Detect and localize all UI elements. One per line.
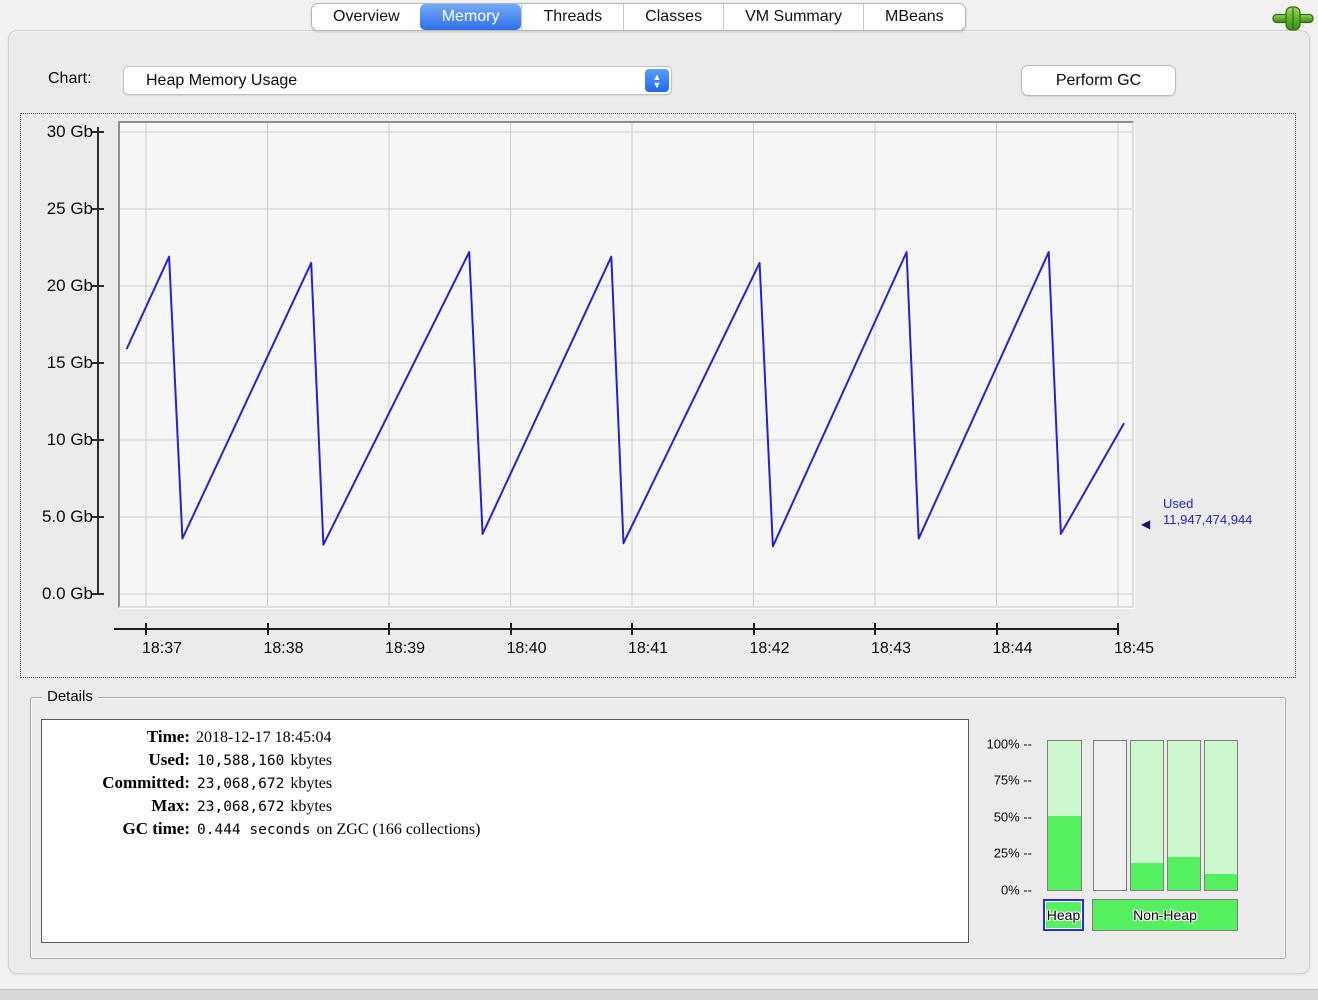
meter-fill <box>1131 863 1163 890</box>
tab-classes[interactable]: Classes <box>623 4 723 30</box>
x-tick-label: 18:37 <box>142 640 183 657</box>
tab-vm-summary[interactable]: VM Summary <box>723 4 863 30</box>
x-tick-mark <box>1117 623 1119 635</box>
tab-memory[interactable]: Memory <box>419 4 522 30</box>
non-heap-button[interactable]: Non-Heap <box>1092 899 1238 931</box>
meter-percent-label: 50% -- <box>993 809 1032 825</box>
meter-fill <box>1168 857 1200 890</box>
x-tick-label: 18:44 <box>992 640 1033 657</box>
detail-label: Used: <box>148 750 190 769</box>
x-axis: 18:37 18:38 18:39 18:40 18:41 18:42 18:43 18:44… <box>21 622 1297 672</box>
used-callout-value: 11,947,474,944 <box>1163 512 1253 527</box>
detail-row-time: Time: 2018-12-17 18:45:04 <box>42 727 968 750</box>
y-tick-mark <box>92 208 104 210</box>
y-tick-label: 20 Gb <box>46 276 93 295</box>
memory-pool-meter-heap <box>1047 740 1082 891</box>
x-tick-mark <box>145 623 147 635</box>
x-tick-label: 18:43 <box>871 640 912 657</box>
chevron-down-icon: ▼ <box>652 79 662 90</box>
x-tick-label: 18:41 <box>628 640 669 657</box>
x-tick-label: 18:42 <box>749 640 790 657</box>
heap-button[interactable]: Heap <box>1043 899 1084 931</box>
tab-bar: Overview Memory Threads Classes VM Summa… <box>311 3 966 31</box>
y-tick-label: 30 Gb <box>46 122 93 141</box>
memory-pool-meter-non-heap-pool-1 <box>1093 740 1127 891</box>
detail-row-committed: Committed: 23,068,672 kbytes <box>42 773 968 796</box>
x-tick-label: 18:38 <box>263 640 304 657</box>
y-tick-mark <box>92 516 104 518</box>
memory-pool-meter-non-heap-pool-3 <box>1167 740 1201 891</box>
x-tick-label: 18:45 <box>1114 640 1155 657</box>
y-tick-mark <box>92 439 104 441</box>
x-tick-mark <box>874 623 876 635</box>
detail-value-unit: kbytes <box>290 798 333 815</box>
y-tick-label: 15 Gb <box>46 353 93 372</box>
detail-value-number: 23,068,672 <box>197 799 285 815</box>
y-axis-line <box>97 127 99 594</box>
y-tick-mark <box>92 593 104 595</box>
memory-pool-meter-non-heap-pool-4 <box>1204 740 1238 891</box>
detail-row-max: Max: 23,068,672 kbytes <box>42 796 968 819</box>
chart-select[interactable]: Heap Memory Usage ▲ ▼ <box>123 66 672 95</box>
detail-value: 2018-12-17 18:45:04 <box>196 729 332 746</box>
detail-label: Committed: <box>102 773 190 792</box>
detail-label: GC time: <box>122 819 190 838</box>
used-value-callout: ◀ Used 11,947,474,944 <box>1141 496 1253 531</box>
heap-usage-line-chart <box>120 123 1132 606</box>
y-tick-mark <box>92 362 104 364</box>
used-heap-series-line <box>125 251 1125 548</box>
meter-fill <box>1048 815 1081 890</box>
chevron-up-down-icon[interactable]: ▲ ▼ <box>645 69 669 92</box>
meter-percent-label: 75% -- <box>993 772 1032 788</box>
details-group-title: Details <box>42 688 98 705</box>
details-text-box: Time: 2018-12-17 18:45:04 Used: 10,588,1… <box>41 719 969 943</box>
used-callout-title: Used <box>1163 496 1194 511</box>
tab-mbeans[interactable]: MBeans <box>862 4 965 30</box>
window-bottom-strip <box>0 989 1318 1000</box>
connected-plug-icon <box>1272 6 1314 31</box>
x-axis-line <box>114 628 1119 630</box>
y-tick-label: 0.0 Gb <box>41 584 93 603</box>
detail-value-unit: on ZGC (166 collections) <box>316 821 481 838</box>
y-tick-mark <box>92 285 104 287</box>
meter-percent-label: 0% -- <box>1000 882 1032 898</box>
x-tick-mark <box>995 623 998 635</box>
x-tick-mark <box>388 623 390 635</box>
x-tick-mark <box>509 623 512 635</box>
perform-gc-button[interactable]: Perform GC <box>1021 65 1176 96</box>
tab-threads[interactable]: Threads <box>521 4 623 30</box>
x-tick-label: 18:39 <box>385 640 426 657</box>
detail-value-number: 23,068,672 <box>197 776 285 792</box>
meter-percent-label: 100% -- <box>986 736 1032 752</box>
detail-label: Max: <box>151 796 190 815</box>
detail-value-unit: kbytes <box>290 752 333 769</box>
y-tick-label: 5.0 Gb <box>41 507 93 526</box>
left-arrow-marker-icon: ◀ <box>1141 517 1151 531</box>
chart-plot-area <box>118 121 1134 608</box>
detail-label: Time: <box>146 727 190 746</box>
heap-memory-chart-panel: 30 Gb 25 Gb 20 Gb 15 Gb 10 Gb 5.0 Gb 0.0 Gb 18… <box>20 113 1296 678</box>
y-tick-label: 10 Gb <box>46 430 93 449</box>
detail-row-gc-time: GC time: 0.444 seconds on ZGC (166 colle… <box>42 819 968 842</box>
detail-value-number: 0.444 seconds <box>197 822 311 838</box>
memory-pool-meter-non-heap-pool-2 <box>1130 740 1164 891</box>
y-tick-mark <box>92 131 104 133</box>
y-tick-label: 25 Gb <box>46 199 93 218</box>
detail-value-number: 10,588,160 <box>197 753 285 769</box>
tab-overview[interactable]: Overview <box>312 4 421 30</box>
x-tick-mark <box>266 623 269 635</box>
meter-fill <box>1205 873 1237 890</box>
meter-percent-label: 25% -- <box>993 845 1032 861</box>
chart-select-label: Chart: <box>48 70 92 87</box>
x-tick-mark <box>752 623 755 635</box>
x-tick-label: 18:40 <box>506 640 547 657</box>
chart-select-value: Heap Memory Usage <box>146 71 298 89</box>
detail-value-unit: kbytes <box>290 775 333 792</box>
x-tick-mark <box>631 623 633 635</box>
detail-row-used: Used: 10,588,160 kbytes <box>42 750 968 773</box>
